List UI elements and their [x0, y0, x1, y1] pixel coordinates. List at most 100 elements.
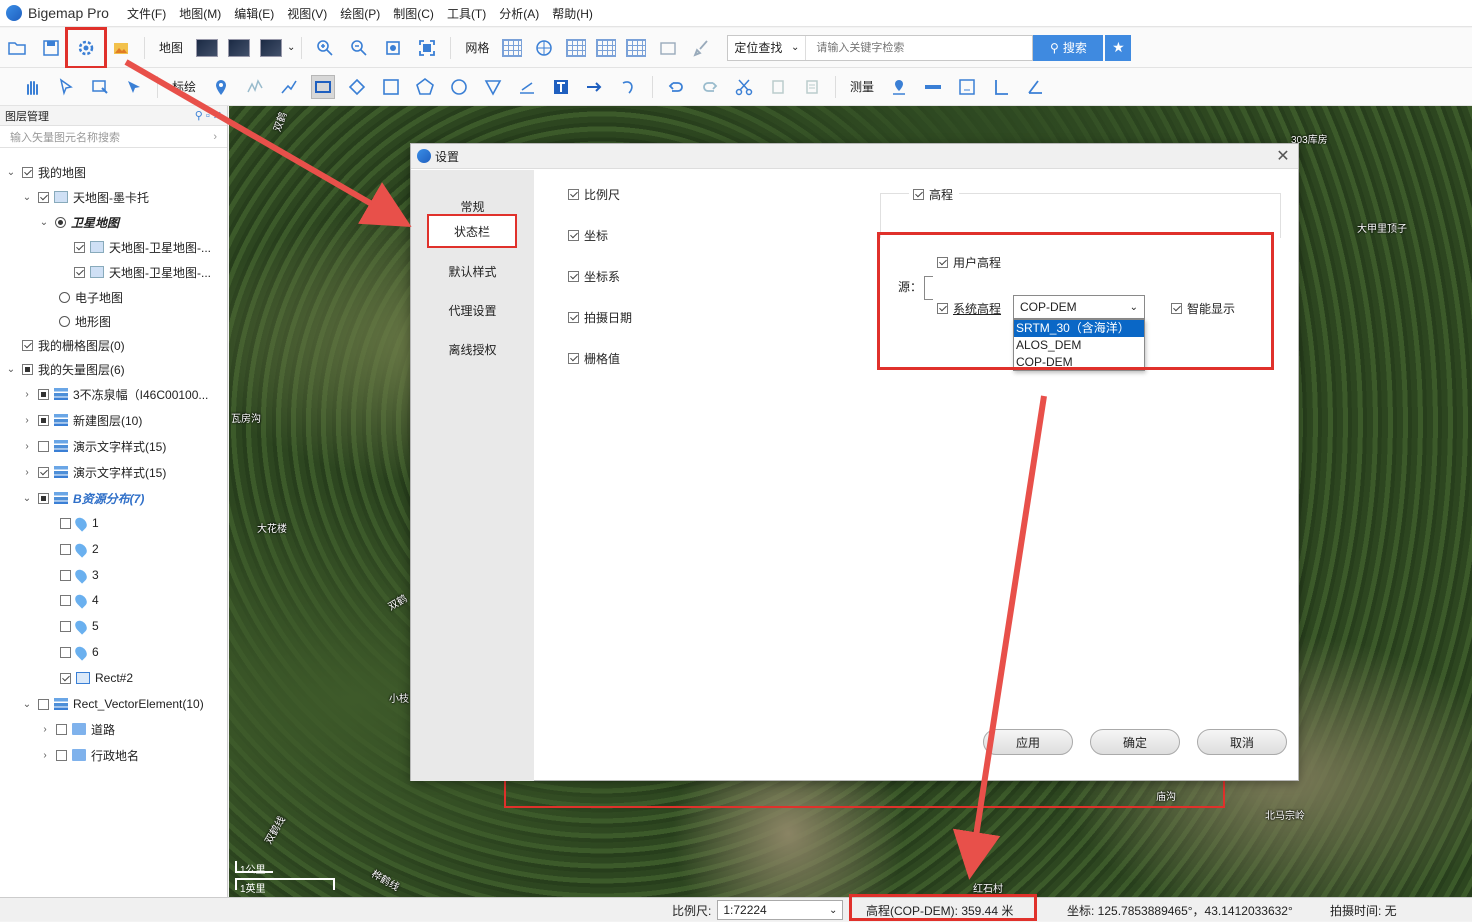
- checkbox[interactable]: [38, 492, 49, 504]
- chevron-right-icon[interactable]: ›: [20, 441, 34, 452]
- chevron-right-icon[interactable]: ›: [20, 415, 34, 426]
- option-capture-date[interactable]: 拍摄日期: [564, 309, 632, 326]
- menu-cartography[interactable]: 制图(C): [393, 5, 434, 22]
- menu-analysis[interactable]: 分析(A): [499, 5, 539, 22]
- tree-item-roads[interactable]: › 道路: [38, 718, 115, 740]
- chevron-down-icon[interactable]: ⌄: [4, 167, 18, 178]
- checkbox[interactable]: [38, 414, 49, 426]
- zoom-in-icon[interactable]: [313, 36, 337, 60]
- zoom-out-icon[interactable]: [347, 36, 371, 60]
- checkbox[interactable]: [568, 353, 579, 364]
- tree-item-satellite-sub2[interactable]: 天地图-卫星地图-...: [70, 261, 211, 283]
- checkbox[interactable]: [913, 189, 924, 200]
- checkbox[interactable]: [568, 271, 579, 282]
- box-select-icon[interactable]: [88, 75, 112, 99]
- marker-pin-icon[interactable]: [209, 75, 233, 99]
- utm-grid-icon[interactable]: [566, 38, 587, 57]
- polygon-icon[interactable]: [413, 75, 437, 99]
- chevron-down-icon[interactable]: ⌄: [37, 217, 51, 228]
- menu-edit[interactable]: 编辑(E): [234, 5, 274, 22]
- checkbox[interactable]: [22, 363, 33, 375]
- tree-item-text-style-1[interactable]: › 演示文字样式(15): [20, 435, 166, 457]
- tree-item-street-map[interactable]: 电子地图: [55, 286, 123, 308]
- menu-file[interactable]: 文件(F): [127, 5, 166, 22]
- option-elevation[interactable]: 高程: [909, 186, 960, 203]
- checkbox[interactable]: [74, 241, 85, 253]
- tree-item-satellite[interactable]: ⌄ 卫星地图: [37, 211, 119, 233]
- nav-proxy-settings[interactable]: 代理设置: [411, 295, 534, 325]
- tree-item-point-2[interactable]: 2: [56, 538, 99, 560]
- menu-map[interactable]: 地图(M): [179, 5, 221, 22]
- menu-draw[interactable]: 绘图(P): [340, 5, 380, 22]
- close-icon[interactable]: ✕: [1274, 147, 1292, 165]
- option-raster-value[interactable]: 栅格值: [564, 350, 620, 367]
- tree-item-new-layer[interactable]: › 新建图层(10): [20, 409, 142, 431]
- chevron-right-icon[interactable]: ›: [38, 724, 52, 735]
- cancel-button[interactable]: 取消: [1197, 729, 1287, 755]
- diamond-icon[interactable]: [345, 75, 369, 99]
- layer-search-box[interactable]: 输入矢量图元名称搜索 ›: [0, 126, 227, 148]
- checkbox[interactable]: [568, 230, 579, 241]
- slope-icon[interactable]: [515, 75, 539, 99]
- measure-point-icon[interactable]: [887, 75, 911, 99]
- undo-icon[interactable]: [664, 75, 688, 99]
- paste-icon[interactable]: [800, 75, 824, 99]
- checkbox[interactable]: [60, 569, 71, 581]
- chevron-down-icon[interactable]: ⌄: [20, 192, 34, 203]
- rectangle-tool-icon[interactable]: [311, 74, 336, 99]
- search-button[interactable]: ⚲ 搜索: [1033, 34, 1104, 61]
- option-scale[interactable]: 比例尺: [564, 186, 620, 203]
- checkbox[interactable]: [38, 191, 49, 203]
- checkbox[interactable]: [60, 594, 71, 606]
- tree-item-raster-layers[interactable]: 我的栅格图层(0): [18, 334, 125, 356]
- polyline-icon[interactable]: [277, 75, 301, 99]
- scale-select[interactable]: 1:72224 ⌄: [717, 900, 844, 920]
- checkbox[interactable]: [60, 543, 71, 555]
- pan-hand-icon[interactable]: [20, 75, 44, 99]
- tree-item-point-3[interactable]: 3: [56, 564, 99, 586]
- checkbox[interactable]: [22, 166, 33, 178]
- tree-item-point-6[interactable]: 6: [56, 641, 99, 663]
- checkbox[interactable]: [60, 517, 71, 529]
- settings-gear-icon[interactable]: [65, 26, 107, 69]
- arrow-tool-icon[interactable]: [583, 75, 607, 99]
- locate-mode-select[interactable]: 定位查找 ⌄: [728, 35, 807, 60]
- map-source-1-icon[interactable]: [196, 38, 219, 57]
- chevron-down-icon[interactable]: ⌄: [20, 493, 34, 504]
- tree-item-satellite-sub1[interactable]: 天地图-卫星地图-...: [70, 236, 211, 258]
- sheet-grid-icon[interactable]: [626, 38, 647, 57]
- open-folder-icon[interactable]: [5, 36, 29, 60]
- tree-item-point-5[interactable]: 5: [56, 615, 99, 637]
- measure-distance-icon[interactable]: [921, 75, 945, 99]
- tree-item-vector-layers[interactable]: ⌄ 我的矢量图层(6): [4, 358, 125, 380]
- circle-icon[interactable]: [447, 75, 471, 99]
- radio-button[interactable]: [59, 291, 70, 303]
- menu-view[interactable]: 视图(V): [287, 5, 327, 22]
- chevron-right-icon[interactable]: ›: [20, 467, 34, 478]
- full-extent-icon[interactable]: [415, 36, 439, 60]
- measure-area-icon[interactable]: [955, 75, 979, 99]
- nav-status-bar[interactable]: 状态栏: [427, 214, 517, 248]
- tree-item-rect2[interactable]: Rect#2: [56, 667, 133, 689]
- tree-item-rect-vector-element[interactable]: ⌄ Rect_VectorElement(10): [20, 693, 204, 715]
- panel-search-icon[interactable]: ⚲ ▫ ✕: [195, 109, 222, 122]
- checkbox[interactable]: [38, 698, 49, 710]
- select-arrow-icon[interactable]: [54, 75, 78, 99]
- radio-button[interactable]: [55, 216, 66, 228]
- globe-grid-icon[interactable]: [532, 36, 556, 60]
- freehand-line-icon[interactable]: [243, 75, 267, 99]
- tree-item-tianditu-mercator[interactable]: ⌄ 天地图-墨卡托: [20, 186, 149, 208]
- chevron-right-icon[interactable]: ›: [20, 389, 34, 400]
- search-input[interactable]: [806, 35, 1033, 60]
- zoom-extent-icon[interactable]: [381, 36, 405, 60]
- nav-default-style[interactable]: 默认样式: [411, 256, 534, 286]
- square-icon[interactable]: [379, 75, 403, 99]
- checkbox[interactable]: [56, 723, 67, 735]
- menu-help[interactable]: 帮助(H): [552, 5, 593, 22]
- menu-tools[interactable]: 工具(T): [447, 5, 486, 22]
- clear-brush-icon[interactable]: [690, 36, 714, 60]
- copy-icon[interactable]: [766, 75, 790, 99]
- tree-item-point-1[interactable]: 1: [56, 512, 99, 534]
- triangle-icon[interactable]: [481, 75, 505, 99]
- chevron-right-icon[interactable]: ›: [38, 750, 52, 761]
